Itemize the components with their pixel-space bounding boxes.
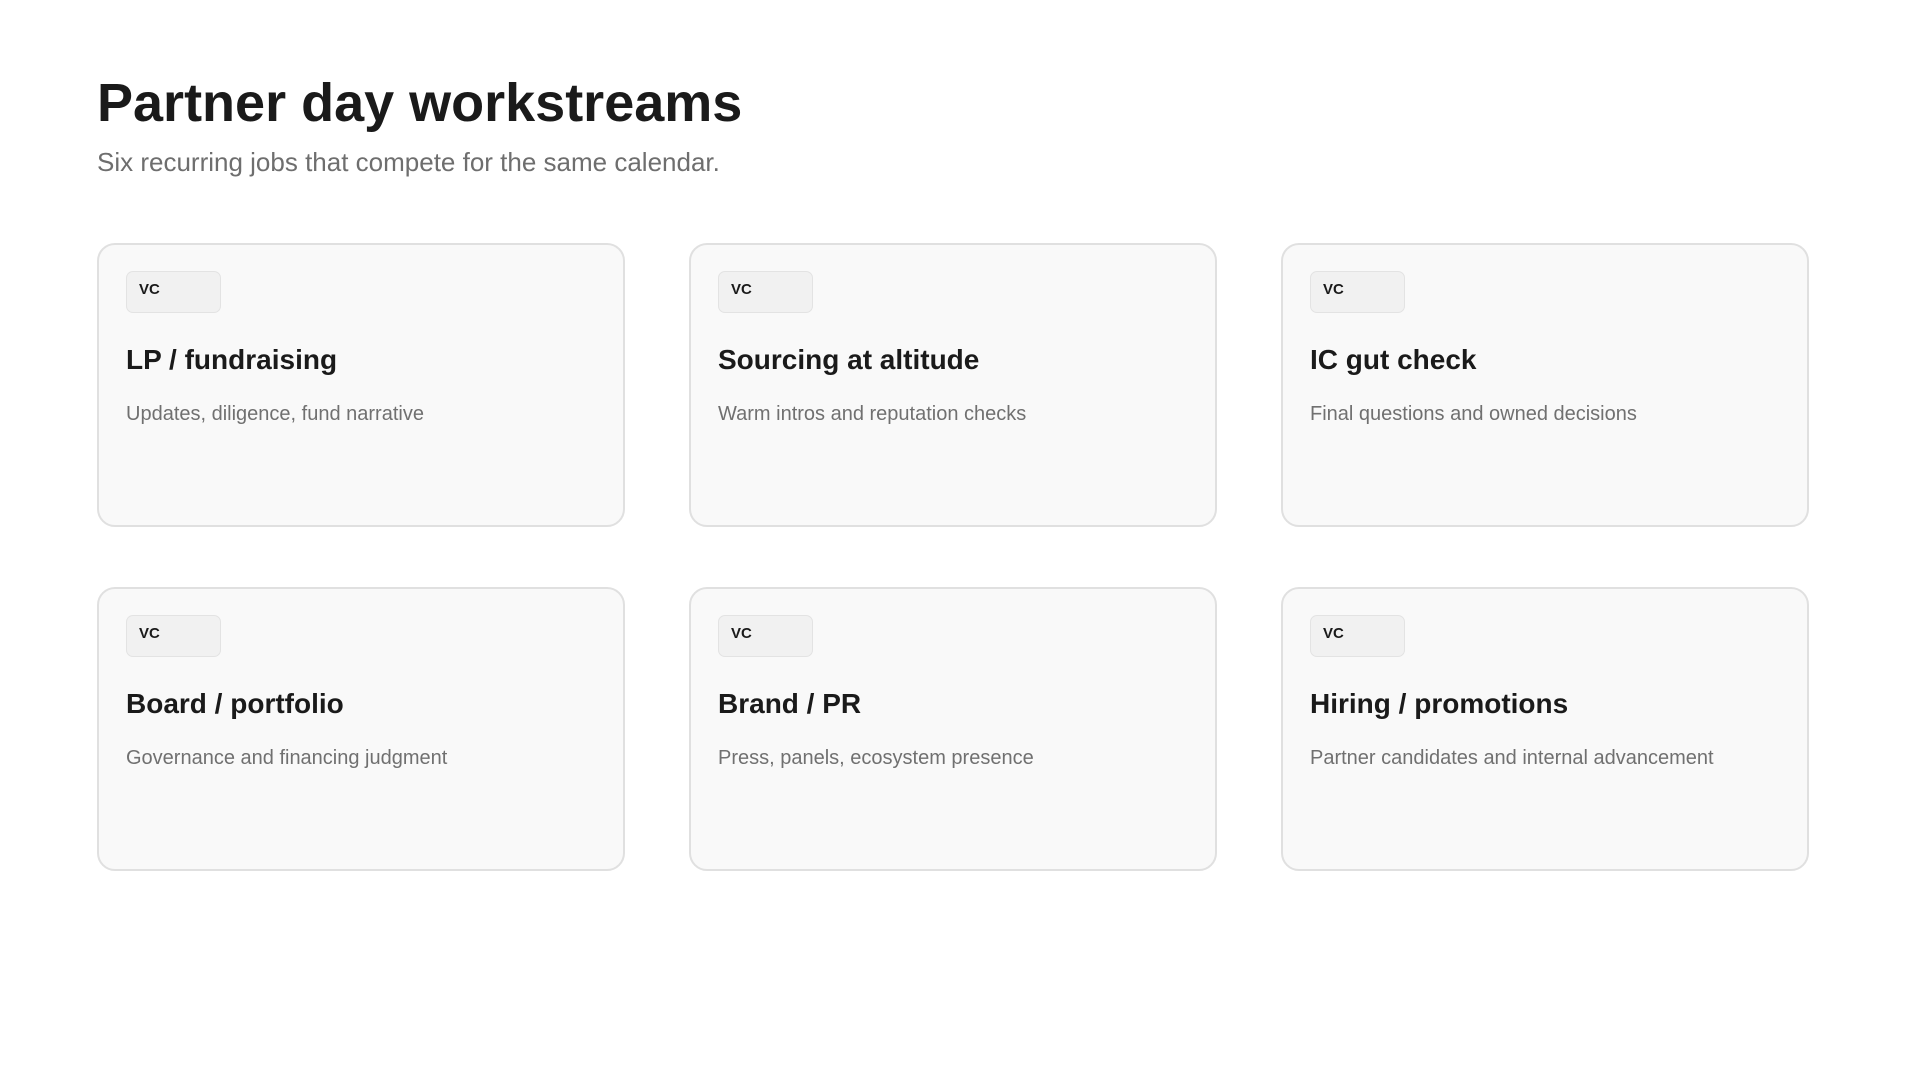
card-title: IC gut check (1310, 344, 1477, 375)
card-description: Partner candidates and internal advancem… (1310, 747, 1714, 769)
card-tag-badge: VC (1310, 615, 1405, 657)
page-subtitle: Six recurring jobs that compete for the … (97, 147, 720, 177)
card-description: Updates, diligence, fund narrative (126, 403, 424, 425)
card-tag-badge: VC (718, 615, 813, 657)
card-description: Press, panels, ecosystem presence (718, 747, 1034, 769)
card-title: Sourcing at altitude (718, 344, 980, 375)
card-tag-badge: VC (126, 271, 221, 313)
card-title: LP / fundraising (126, 344, 338, 375)
card-description: Warm intros and reputation checks (718, 403, 1027, 425)
card-title: Hiring / promotions (1310, 688, 1569, 719)
card-tag-badge: VC (126, 615, 221, 657)
workstream-card-lp-fundraising: VC LP / fundraising Updates, diligence, … (97, 243, 625, 527)
page-title: Partner day workstreams (97, 73, 743, 133)
card-title: Brand / PR (718, 688, 862, 719)
workstream-card-brand-pr: VC Brand / PR Press, panels, ecosystem p… (689, 587, 1217, 871)
workstream-card-hiring-promotions: VC Hiring / promotions Partner candidate… (1281, 587, 1809, 871)
workstream-card-sourcing: VC Sourcing at altitude Warm intros and … (689, 243, 1217, 527)
workstream-card-board-portfolio: VC Board / portfolio Governance and fina… (97, 587, 625, 871)
workstream-card-grid: VC LP / fundraising Updates, diligence, … (97, 243, 1809, 871)
card-tag-badge: VC (1310, 271, 1405, 313)
card-tag-badge: VC (718, 271, 813, 313)
card-description: Governance and financing judgment (126, 747, 448, 769)
workstream-card-ic-gut-check: VC IC gut check Final questions and owne… (1281, 243, 1809, 527)
card-title: Board / portfolio (126, 688, 344, 719)
card-description: Final questions and owned decisions (1310, 403, 1637, 425)
page: Partner day workstreams Six recurring jo… (0, 0, 1920, 1080)
